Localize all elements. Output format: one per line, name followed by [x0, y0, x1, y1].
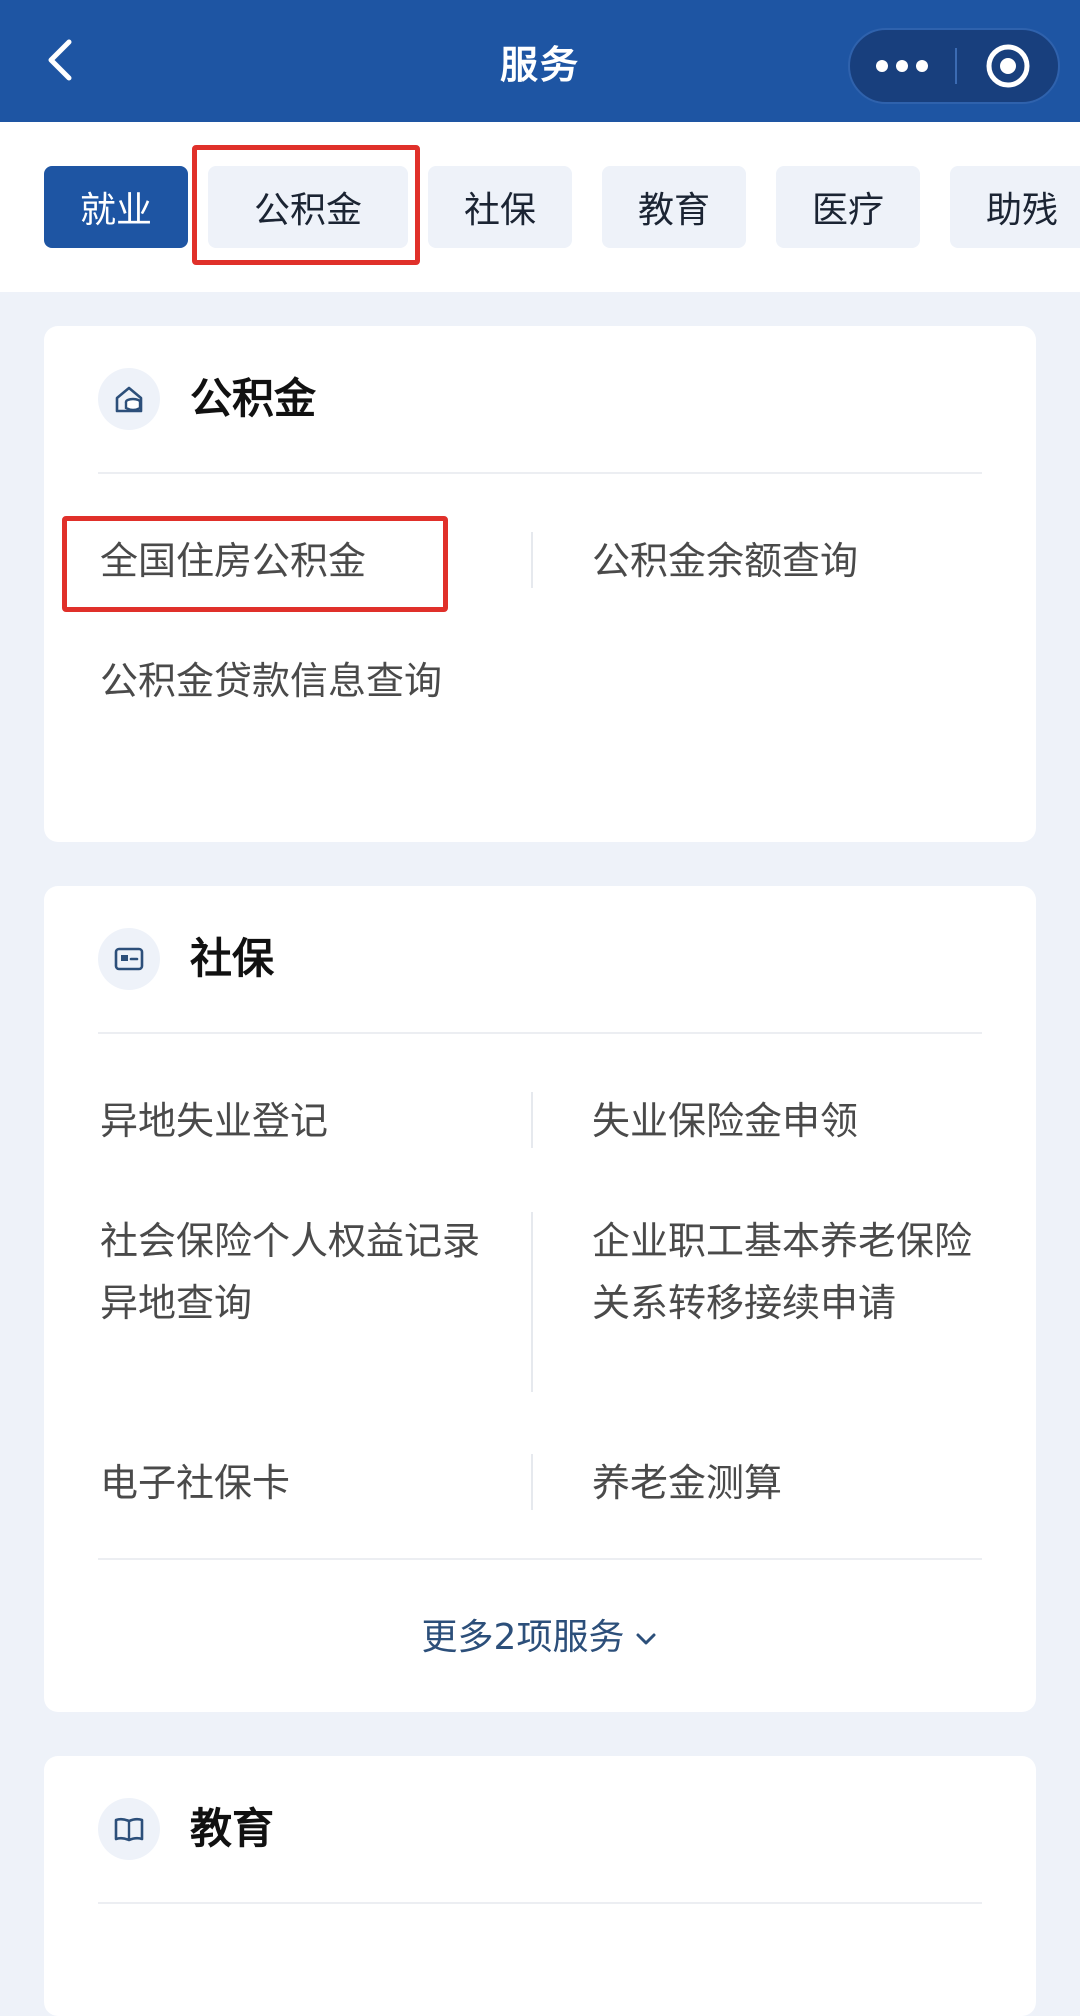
open-book-icon	[98, 1798, 160, 1860]
housing-fund-card: 公积金 全国住房公积金 公积金余额查询 公积金贷款信息查询	[44, 326, 1036, 842]
service-item[interactable]: 公积金余额查询	[592, 530, 858, 592]
more-dots-icon	[876, 60, 928, 72]
category-tabs: 就业 公积金 社保 教育 医疗 助残	[0, 122, 1080, 292]
section-divider	[98, 472, 982, 474]
education-card: 教育	[44, 1756, 1036, 2016]
mini-program-capsule	[848, 28, 1060, 104]
section-title: 公积金	[190, 374, 317, 423]
close-button[interactable]	[956, 30, 1060, 102]
social-security-card: 社保 异地失业登记 失业保险金申领 社会保险个人权益记录异地查询 企业职工基本养…	[44, 886, 1036, 1712]
service-item[interactable]: 电子社保卡	[100, 1452, 290, 1514]
column-divider	[531, 1092, 533, 1148]
service-item[interactable]: 异地失业登记	[100, 1090, 328, 1152]
target-circle-icon	[986, 44, 1030, 88]
tab-medical[interactable]: 医疗	[776, 166, 920, 248]
service-item[interactable]: 失业保险金申领	[592, 1090, 858, 1152]
section-divider	[98, 1902, 982, 1904]
more-services-button[interactable]: 更多2项服务	[44, 1608, 1036, 1660]
service-item[interactable]: 社会保险个人权益记录异地查询	[100, 1210, 500, 1334]
service-item[interactable]: 养老金测算	[592, 1452, 782, 1514]
section-title: 教育	[190, 1804, 275, 1853]
column-divider	[531, 532, 533, 588]
chevron-down-icon	[636, 1633, 656, 1645]
more-services-label: 更多2项服务	[421, 1617, 625, 1658]
column-divider	[531, 1212, 533, 1392]
more-button[interactable]	[850, 30, 954, 102]
tab-education[interactable]: 教育	[602, 166, 746, 248]
section-divider	[98, 1032, 982, 1034]
title-bar: 服务	[0, 0, 1080, 122]
tab-social-security[interactable]: 社保	[428, 166, 572, 248]
tab-employment[interactable]: 就业	[44, 166, 188, 248]
service-item[interactable]: 公积金贷款信息查询	[100, 650, 500, 712]
section-divider	[98, 1558, 982, 1560]
id-card-icon	[98, 928, 160, 990]
tab-disability-aid[interactable]: 助残	[950, 166, 1080, 248]
column-divider	[531, 1454, 533, 1510]
service-item[interactable]: 全国住房公积金	[100, 530, 366, 592]
house-coin-icon	[98, 368, 160, 430]
section-title: 社保	[190, 934, 275, 983]
service-item[interactable]: 企业职工基本养老保险关系转移接续申请	[592, 1210, 992, 1334]
tab-housing-fund[interactable]: 公积金	[208, 166, 408, 248]
